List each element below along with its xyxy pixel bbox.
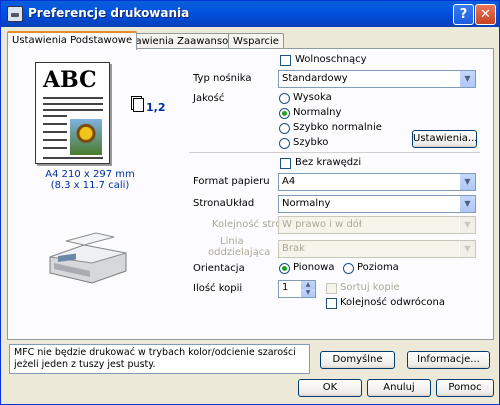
chevron-down-icon[interactable]: ▼ [301, 289, 315, 297]
media-type-value: Standardowy [282, 73, 348, 84]
defaults-button[interactable]: Domyślne [320, 351, 395, 369]
page-order-label: Kolejność stron [212, 219, 288, 230]
question-mark-icon: ? [459, 7, 468, 22]
reverse-order-label: Kolejność odwrócona [340, 297, 445, 308]
print-preferences-window: Preferencje drukowania ? ✕ Ustawienia Po… [0, 0, 500, 405]
paper-format-label: Format papieru [193, 176, 270, 187]
window-title: Preferencje drukowania [28, 6, 190, 20]
title-bar[interactable]: Preferencje drukowania ? ✕ [1, 1, 499, 27]
collate-checkbox[interactable] [326, 283, 337, 294]
border-line-select[interactable]: Brak ▼ [278, 240, 476, 258]
info-button[interactable]: Informacje... [407, 351, 490, 369]
quality-radio-high[interactable] [279, 93, 290, 104]
media-type-label: Typ nośnika [193, 73, 252, 84]
quality-option-high: Wysoka [293, 92, 332, 103]
copies-stepper[interactable]: 1 ▲ ▼ [278, 280, 316, 298]
quality-option-normal: Normalny [293, 107, 342, 118]
chevron-up-icon[interactable]: ▲ [301, 281, 315, 289]
page-order-select[interactable]: W prawo i w dół ▼ [278, 216, 476, 234]
border-line-label-line2: oddzielająca [208, 247, 271, 258]
borderless-label: Bez krawędzi [295, 157, 362, 168]
section-divider [189, 152, 480, 153]
reverse-order-checkbox[interactable] [326, 298, 337, 309]
printer-app-icon [7, 6, 23, 22]
border-line-value: Brak [282, 243, 305, 254]
preview-pane: ABC 1,2 A4 210 x 297 mm (8.3 x 11.7 cali… [8, 49, 178, 339]
paper-size-mm: A4 210 x 297 mm [45, 169, 135, 180]
status-message: MFC nie będzie drukować w trybach kolor/… [9, 344, 310, 374]
preview-text-line [43, 123, 67, 125]
media-type-select[interactable]: Standardowy ▼ [278, 70, 476, 88]
copies-value: 1 [282, 282, 289, 293]
close-button[interactable]: ✕ [475, 4, 496, 25]
copies-page-icon [133, 98, 144, 112]
preview-text-line [43, 131, 67, 133]
basic-settings-panel: ABC 1,2 A4 210 x 297 mm (8.3 x 11.7 cali… [7, 48, 494, 340]
borderless-checkbox[interactable] [280, 158, 291, 169]
quality-settings-button[interactable]: Ustawienia... [412, 130, 477, 148]
help-button[interactable]: Pomoc [436, 379, 494, 397]
quality-radio-normal[interactable] [279, 108, 290, 119]
preview-text-line [43, 109, 103, 111]
printer-device-icon [49, 232, 127, 284]
copies-order-indicator: 1,2 [146, 101, 166, 114]
quality-option-fast: Szybko [293, 137, 329, 148]
close-icon: ✕ [480, 7, 491, 22]
help-title-button[interactable]: ? [453, 4, 474, 25]
orientation-label: Orientacja [193, 263, 245, 274]
tab-support[interactable]: Wsparcie [228, 33, 284, 49]
paper-size-inches: (8.3 x 11.7 cali) [50, 180, 130, 191]
border-line-label-line1: Linia [220, 236, 244, 247]
page-layout-select[interactable]: Normalny ▼ [278, 195, 476, 213]
copies-label: Ilość kopii [193, 283, 243, 294]
ok-button[interactable]: OK [298, 379, 362, 397]
chevron-down-icon: ▼ [459, 174, 475, 190]
quality-label: Jakość [193, 93, 225, 104]
preview-text-line [43, 157, 103, 159]
paper-format-select[interactable]: A4 ▼ [278, 173, 476, 191]
paper-size-summary: A4 210 x 297 mm (8.3 x 11.7 cali) [30, 169, 150, 191]
preview-text-line [43, 115, 67, 117]
paper-format-value: A4 [282, 176, 296, 187]
collate-label: Sortuj kopie [340, 282, 400, 293]
border-line-label: Linia oddzielająca [208, 236, 271, 258]
tab-basic-settings[interactable]: Ustawienia Podstawowe [7, 31, 138, 50]
quality-radio-fast-normal[interactable] [279, 123, 290, 134]
page-layout-label: StronaUkład [193, 198, 255, 209]
freeform-label: Wolnoschnący [295, 54, 367, 65]
orientation-radio-landscape[interactable] [343, 263, 354, 274]
orientation-radio-portrait[interactable] [279, 263, 290, 274]
orientation-option-landscape: Pozioma [357, 262, 399, 273]
preview-text-line [43, 103, 103, 105]
cancel-button[interactable]: Anuluj [367, 379, 431, 397]
page-order-value: W prawo i w dół [282, 219, 362, 230]
chevron-down-icon: ▼ [459, 71, 475, 87]
page-preview: ABC [35, 62, 110, 164]
orientation-option-portrait: Pionowa [293, 262, 335, 273]
freeform-checkbox[interactable] [280, 55, 291, 66]
preview-sample-text: ABC [43, 67, 97, 93]
chevron-down-icon: ▼ [459, 217, 475, 233]
page-layout-value: Normalny [282, 198, 331, 209]
quality-radio-fast[interactable] [279, 138, 290, 149]
sunflower-photo-icon [70, 119, 102, 155]
preview-text-line [43, 147, 67, 149]
chevron-down-icon: ▼ [459, 241, 475, 257]
quality-option-fast-normal: Szybko normalnie [293, 122, 382, 133]
preview-text-line [43, 97, 103, 99]
preview-text-line [43, 139, 67, 141]
chevron-down-icon: ▼ [459, 196, 475, 212]
